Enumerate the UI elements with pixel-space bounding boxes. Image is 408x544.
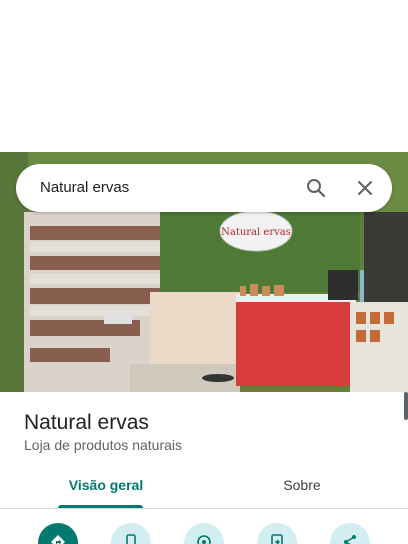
blank-top-area (0, 0, 408, 152)
send-to-phone-icon (271, 534, 283, 544)
directions-icon (51, 535, 65, 544)
place-title: Natural ervas (24, 411, 149, 434)
store-sign-text: Natural ervas (221, 227, 291, 238)
search-input[interactable]: Natural ervas (40, 178, 129, 198)
place-category: Loja de produtos naturais (24, 437, 182, 453)
tab-overview[interactable]: Visão geral (54, 476, 158, 508)
search-bar[interactable]: Natural ervas (16, 164, 392, 212)
phone-icon (126, 534, 136, 544)
scrollbar[interactable] (404, 392, 408, 420)
nearby-icon (197, 535, 211, 544)
search-icon[interactable] (304, 176, 328, 200)
tab-about[interactable]: Sobre (252, 476, 352, 508)
share-icon (344, 535, 356, 544)
tabs-divider (0, 508, 408, 509)
close-icon[interactable] (353, 176, 377, 200)
